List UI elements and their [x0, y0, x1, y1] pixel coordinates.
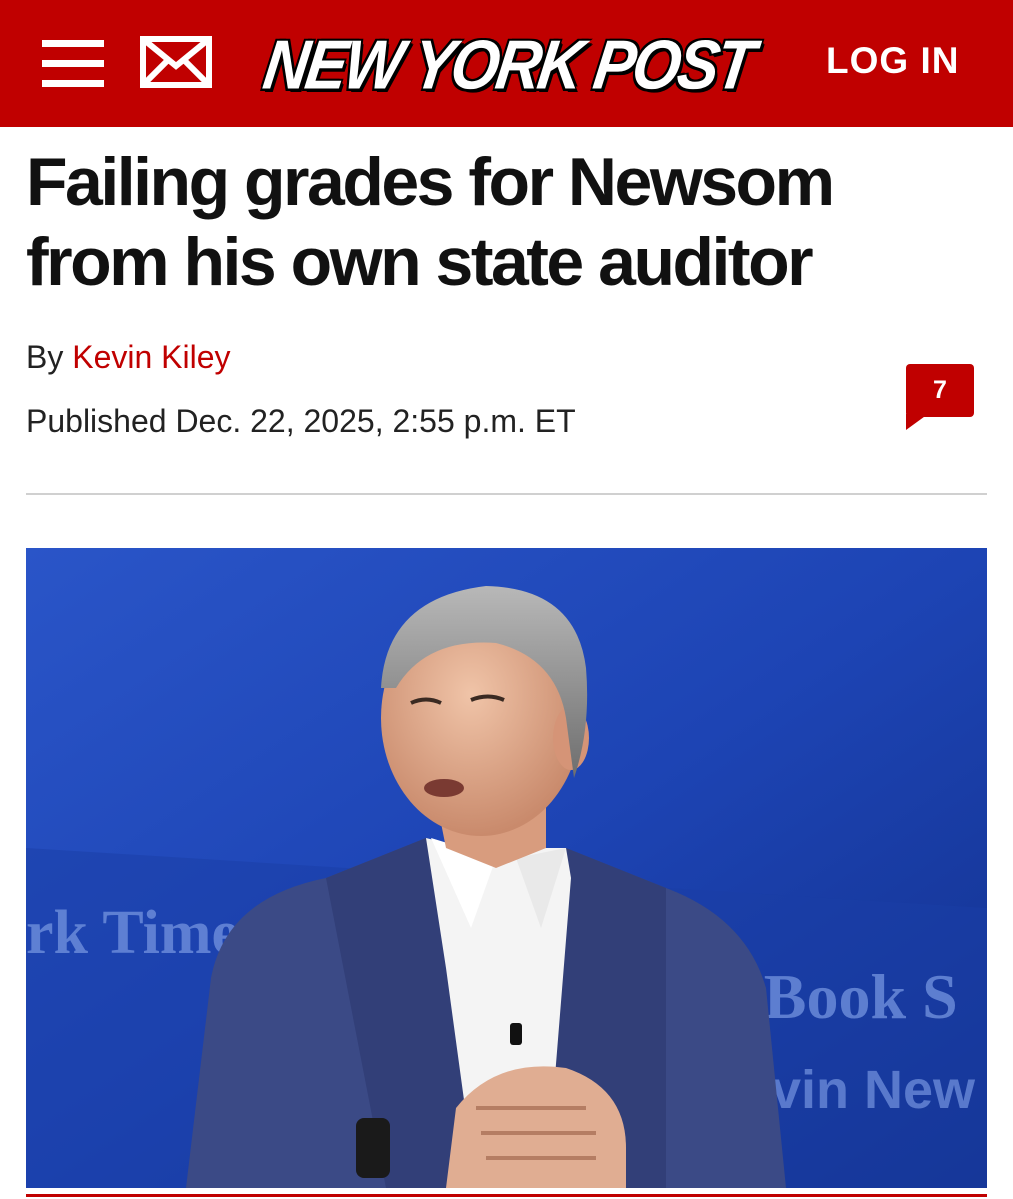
comments-button[interactable]: 7: [906, 364, 974, 430]
site-logo[interactable]: NEW YORK POST: [250, 20, 770, 108]
backdrop-text-left: rk Time: [26, 899, 239, 967]
divider: [26, 493, 987, 495]
hamburger-menu-icon[interactable]: [42, 40, 104, 88]
backdrop-text-right-2: vin New: [771, 1060, 976, 1120]
byline-prefix: By: [26, 339, 64, 375]
envelope-icon[interactable]: [140, 36, 212, 88]
site-header: NEW YORK POST LOG IN: [0, 0, 1013, 127]
backdrop-text-right-1: lBook S: [746, 961, 958, 1032]
logo-text: NEW YORK POST: [258, 27, 757, 105]
article-hero-photo: rk Time lBook S vin New: [26, 548, 987, 1188]
bottom-rule: [26, 1194, 987, 1197]
published-timestamp: Published Dec. 22, 2025, 2:55 p.m. ET: [26, 403, 576, 439]
comment-count: 7: [906, 364, 974, 417]
author-link[interactable]: Kevin Kiley: [72, 339, 230, 375]
hero-photo-illustration: rk Time lBook S vin New: [26, 548, 987, 1188]
comment-bubble-tail: [906, 414, 928, 430]
login-button[interactable]: LOG IN: [826, 40, 959, 82]
byline: By Kevin Kiley: [26, 339, 231, 376]
article-headline: Failing grades for Newsom from his own s…: [26, 144, 835, 300]
